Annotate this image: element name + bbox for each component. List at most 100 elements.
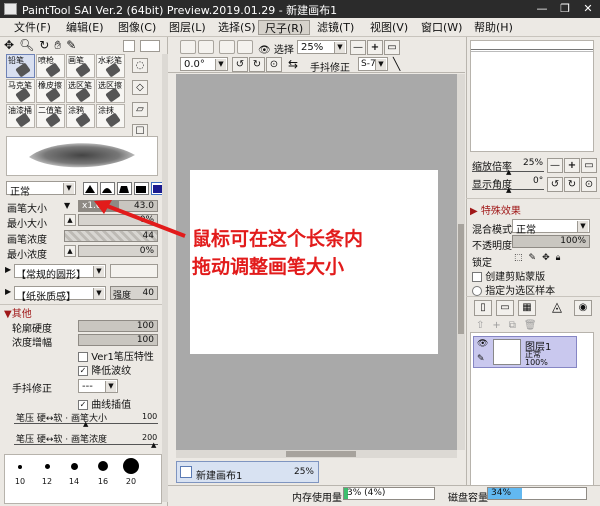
new-layer-icon[interactable]: ▯ (474, 300, 492, 316)
effects-section-header[interactable]: ▶ 特殊效果 (470, 202, 521, 217)
menu-select[interactable]: 选择(S) (212, 20, 262, 35)
move-icon[interactable]: ✥ (4, 38, 19, 52)
zoom-select[interactable]: 25% ▼ (297, 40, 347, 54)
tool-eraser[interactable]: 橡皮擦 (36, 79, 65, 103)
expand-icon[interactable]: ▶ (5, 287, 11, 296)
tool-watercolor[interactable]: 水彩笔 (96, 54, 125, 78)
menu-layer[interactable]: 图层(L) (163, 20, 212, 35)
rotate-reset-icon[interactable]: ⊙ (581, 177, 597, 192)
clipping-option[interactable]: 创建剪贴蒙版 (472, 268, 545, 283)
rotate-right-icon[interactable]: ↻ (249, 57, 265, 72)
rotate-left-icon[interactable]: ↺ (547, 177, 563, 192)
canvas-tab[interactable]: 新建画布1 25% (176, 461, 319, 483)
tool-pencil[interactable]: 铅笔 (6, 54, 35, 78)
rotate-reset-icon[interactable]: ⊙ (266, 57, 282, 72)
close-button[interactable]: ✕ (576, 0, 600, 18)
tool-select-eraser[interactable]: 选区擦 (96, 79, 125, 103)
restore-button[interactable]: ❐ (553, 0, 577, 18)
zoom-reset-icon[interactable]: ▭ (384, 40, 400, 55)
pressure-icon[interactable]: ▲ (64, 245, 76, 257)
size-dot-icon[interactable] (98, 461, 108, 471)
straight-line-icon[interactable]: ╲ (393, 57, 400, 71)
trash-icon[interactable]: 🗑︎ (524, 320, 545, 331)
rotate-icon[interactable]: ↻ (39, 38, 54, 52)
reference-radio[interactable] (472, 286, 482, 296)
lock-pixels-icon[interactable]: ✎ (529, 253, 543, 263)
texture-strength-slider[interactable]: 强度 40 (110, 286, 158, 301)
opacity-slider[interactable]: 100% (512, 235, 590, 248)
size-dot-icon[interactable] (71, 463, 78, 470)
tool-select-pen[interactable]: 选区笔 (66, 79, 95, 103)
texture-select[interactable]: 【纸张质感】 ▼ (14, 286, 106, 303)
canvas-vscroll[interactable] (457, 74, 465, 450)
stabilizer-toolbar-select[interactable]: S-7 ▼ (358, 57, 388, 71)
layer-copy-icon[interactable]: + (492, 320, 508, 331)
layer-mask-icon[interactable]: ◉ (574, 300, 592, 316)
rotate-right-icon[interactable]: ↻ (564, 177, 580, 192)
zoom-icon[interactable]: 🔍︎ (19, 38, 39, 52)
slider-thumb-icon[interactable]: ▲ (506, 168, 511, 176)
brush-shape-3-button[interactable] (117, 182, 132, 195)
other-section-header[interactable]: ▼其他 (4, 305, 32, 320)
tool-doodle[interactable]: 涂鸦 (66, 104, 95, 128)
expand-icon[interactable]: ▶ (5, 265, 11, 274)
minimize-button[interactable]: — (530, 0, 554, 18)
size-dot-icon[interactable] (45, 464, 50, 469)
edge-hardness-slider[interactable]: 100 (78, 320, 158, 332)
toolbar-button-1[interactable] (180, 40, 196, 54)
eye-icon[interactable]: 👁︎ (477, 339, 488, 349)
left-scrollbar[interactable] (162, 54, 168, 502)
brush-shape-2-button[interactable] (100, 182, 115, 195)
ver1-pressure-checkbox[interactable] (78, 352, 88, 362)
eyedropper-icon[interactable]: ✎ (66, 38, 81, 52)
lock-all-icon[interactable]: 🔒︎ (556, 253, 567, 263)
menu-window[interactable]: 窗口(W) (415, 20, 468, 35)
color-swatch-small[interactable] (123, 40, 135, 52)
canvas-hscroll-thumb[interactable] (286, 451, 356, 457)
rotation-select[interactable]: 0.0° ▼ (180, 57, 228, 71)
pressure-density-track[interactable] (14, 444, 158, 445)
min-density-slider[interactable]: 0% (78, 245, 158, 257)
toolbar-button-2[interactable] (198, 40, 214, 54)
blend-mode-select[interactable]: 正常 ▼ (512, 219, 590, 236)
brush-mode-select[interactable]: 正常 ▼ (6, 181, 76, 198)
color-swatch-large[interactable] (140, 40, 160, 52)
slider-thumb-icon[interactable]: ▲ (151, 441, 156, 449)
layer-options-icon[interactable]: ◬ (552, 300, 562, 315)
menu-ruler[interactable]: 尺子(R) (258, 20, 311, 35)
curve-interp-checkbox[interactable]: ✓ (78, 400, 88, 410)
tool-airbrush[interactable]: 喷枪 (36, 54, 65, 78)
layer-merge-icon[interactable]: ⧉ (509, 320, 524, 331)
navigator-preview[interactable] (470, 40, 594, 152)
curve-interp-option[interactable]: ✓ 曲线插值 (78, 396, 131, 411)
menu-file[interactable]: 文件(F) (8, 20, 57, 35)
stabilizer-select[interactable]: --- ▼ (78, 379, 118, 393)
reduce-ripple-checkbox[interactable]: ✓ (78, 366, 88, 376)
brush-shape-4-button[interactable] (134, 182, 149, 195)
reference-option[interactable]: 指定为选区样本 (472, 282, 555, 297)
tool-extra-2-icon[interactable]: ◇ (132, 80, 148, 95)
lock-position-icon[interactable]: ✥ (542, 253, 556, 263)
dropdown-arrow-icon[interactable]: ▼ (64, 201, 70, 210)
tool-brush[interactable]: 画笔 (66, 54, 95, 78)
zoom-in-icon[interactable]: + (367, 40, 383, 55)
density-increase-slider[interactable]: 100 (78, 334, 158, 346)
toolbar-button-3[interactable] (219, 40, 235, 54)
size-dot-icon[interactable] (18, 465, 22, 469)
zoom-reset-icon[interactable]: ▭ (581, 158, 597, 173)
size-dot-icon[interactable] (123, 458, 139, 474)
tool-extra-3-icon[interactable]: ▱ (132, 102, 148, 117)
toolbar-button-4[interactable] (237, 40, 253, 54)
slider-thumb-icon[interactable]: ▲ (83, 420, 88, 428)
zoom-out-icon[interactable]: — (547, 158, 563, 173)
tool-extra-1-icon[interactable]: ◌ (132, 58, 148, 73)
brush-shape-strength[interactable] (110, 264, 158, 278)
tool-smudge[interactable]: 涂抹 (96, 104, 125, 128)
tool-bucket[interactable]: 油漆桶 (6, 104, 35, 128)
slider-thumb-icon[interactable]: ▲ (506, 186, 511, 194)
menu-view[interactable]: 视图(V) (364, 20, 414, 35)
rotate-left-icon[interactable]: ↺ (232, 57, 248, 72)
new-folder-icon[interactable]: ▭ (496, 300, 514, 316)
selection-toggle[interactable]: 👁︎ 选择 (258, 41, 294, 56)
new-mask-icon[interactable]: ▦ (518, 300, 536, 316)
